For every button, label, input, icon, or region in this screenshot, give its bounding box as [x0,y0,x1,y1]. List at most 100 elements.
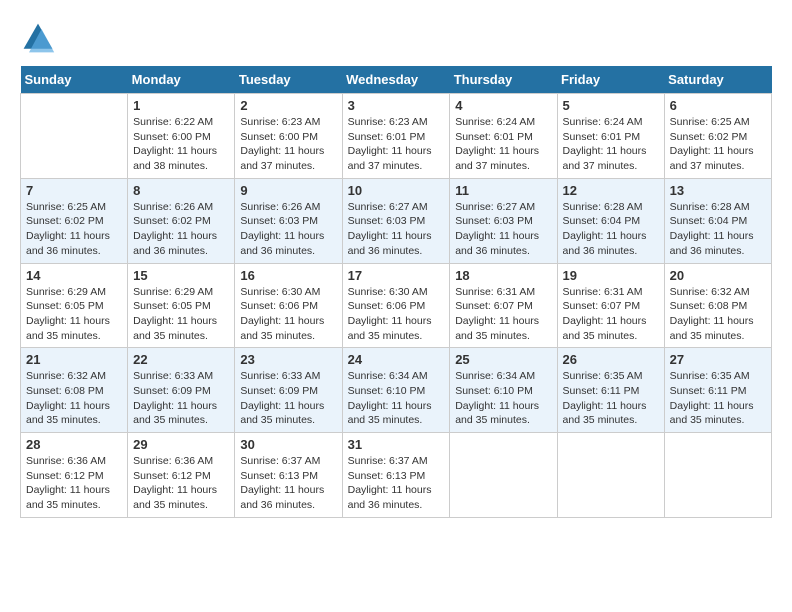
day-info: Sunrise: 6:33 AMSunset: 6:09 PMDaylight:… [240,369,336,428]
day-number: 8 [133,183,229,198]
day-info: Sunrise: 6:25 AMSunset: 6:02 PMDaylight:… [26,200,122,259]
day-cell: 9 Sunrise: 6:26 AMSunset: 6:03 PMDaylight… [235,178,342,263]
day-cell [21,94,128,179]
day-number: 13 [670,183,766,198]
day-info: Sunrise: 6:34 AMSunset: 6:10 PMDaylight:… [348,369,445,428]
day-number: 18 [455,268,551,283]
day-cell: 21 Sunrise: 6:32 AMSunset: 6:08 PMDayligh… [21,348,128,433]
day-number: 6 [670,98,766,113]
week-row-2: 7 Sunrise: 6:25 AMSunset: 6:02 PMDaylight… [21,178,772,263]
day-cell [450,433,557,518]
day-number: 27 [670,352,766,367]
day-cell: 31 Sunrise: 6:37 AMSunset: 6:13 PMDayligh… [342,433,450,518]
day-number: 22 [133,352,229,367]
day-number: 7 [26,183,122,198]
week-row-3: 14 Sunrise: 6:29 AMSunset: 6:05 PMDayligh… [21,263,772,348]
day-number: 15 [133,268,229,283]
day-info: Sunrise: 6:22 AMSunset: 6:00 PMDaylight:… [133,115,229,174]
day-cell: 8 Sunrise: 6:26 AMSunset: 6:02 PMDaylight… [128,178,235,263]
day-number: 28 [26,437,122,452]
day-number: 11 [455,183,551,198]
day-info: Sunrise: 6:23 AMSunset: 6:01 PMDaylight:… [348,115,445,174]
day-cell: 2Sunrise: 6:23 AMSunset: 6:00 PMDaylight… [235,94,342,179]
week-row-1: 1 Sunrise: 6:22 AMSunset: 6:00 PMDaylight… [21,94,772,179]
weekday-header-tuesday: Tuesday [235,66,342,94]
day-cell [664,433,771,518]
weekday-header-saturday: Saturday [664,66,771,94]
week-row-4: 21 Sunrise: 6:32 AMSunset: 6:08 PMDayligh… [21,348,772,433]
day-info: Sunrise: 6:32 AMSunset: 6:08 PMDaylight:… [670,285,766,344]
day-info: Sunrise: 6:36 AMSunset: 6:12 PMDaylight:… [133,454,229,513]
day-cell: 16 Sunrise: 6:30 AMSunset: 6:06 PMDayligh… [235,263,342,348]
logo-icon [20,20,56,56]
day-cell: 4Sunrise: 6:24 AMSunset: 6:01 PMDaylight… [450,94,557,179]
day-number: 3 [348,98,445,113]
day-number: 4 [455,98,551,113]
day-cell: 28 Sunrise: 6:36 AMSunset: 6:12 PMDayligh… [21,433,128,518]
day-number: 9 [240,183,336,198]
weekday-header-friday: Friday [557,66,664,94]
weekday-header-wednesday: Wednesday [342,66,450,94]
day-info: Sunrise: 6:34 AMSunset: 6:10 PMDaylight:… [455,369,551,428]
day-cell: 15 Sunrise: 6:29 AMSunset: 6:05 PMDayligh… [128,263,235,348]
day-number: 14 [26,268,122,283]
day-info: Sunrise: 6:28 AMSunset: 6:04 PMDaylight:… [670,200,766,259]
day-info: Sunrise: 6:28 AMSunset: 6:04 PMDaylight:… [563,200,659,259]
day-info: Sunrise: 6:27 AMSunset: 6:03 PMDaylight:… [455,200,551,259]
day-cell: 19 Sunrise: 6:31 AMSunset: 6:07 PMDayligh… [557,263,664,348]
day-cell: 18 Sunrise: 6:31 AMSunset: 6:07 PMDayligh… [450,263,557,348]
day-info: Sunrise: 6:35 AMSunset: 6:11 PMDaylight:… [563,369,659,428]
day-cell: 13 Sunrise: 6:28 AMSunset: 6:04 PMDayligh… [664,178,771,263]
day-info: Sunrise: 6:33 AMSunset: 6:09 PMDaylight:… [133,369,229,428]
day-number: 20 [670,268,766,283]
day-info: Sunrise: 6:35 AMSunset: 6:11 PMDaylight:… [670,369,766,428]
day-info: Sunrise: 6:32 AMSunset: 6:08 PMDaylight:… [26,369,122,428]
day-cell [557,433,664,518]
day-number: 31 [348,437,445,452]
day-number: 23 [240,352,336,367]
day-cell: 22 Sunrise: 6:33 AMSunset: 6:09 PMDayligh… [128,348,235,433]
day-info: Sunrise: 6:27 AMSunset: 6:03 PMDaylight:… [348,200,445,259]
day-cell: 24 Sunrise: 6:34 AMSunset: 6:10 PMDayligh… [342,348,450,433]
day-info: Sunrise: 6:37 AMSunset: 6:13 PMDaylight:… [348,454,445,513]
day-cell: 17 Sunrise: 6:30 AMSunset: 6:06 PMDayligh… [342,263,450,348]
week-row-5: 28 Sunrise: 6:36 AMSunset: 6:12 PMDayligh… [21,433,772,518]
day-cell: 6 Sunrise: 6:25 AMSunset: 6:02 PMDaylight… [664,94,771,179]
day-info: Sunrise: 6:36 AMSunset: 6:12 PMDaylight:… [26,454,122,513]
day-info: Sunrise: 6:26 AMSunset: 6:03 PMDaylight:… [240,200,336,259]
day-number: 26 [563,352,659,367]
day-number: 19 [563,268,659,283]
weekday-header-sunday: Sunday [21,66,128,94]
day-number: 21 [26,352,122,367]
weekday-header-monday: Monday [128,66,235,94]
day-cell: 27 Sunrise: 6:35 AMSunset: 6:11 PMDayligh… [664,348,771,433]
day-cell: 29Sunrise: 6:36 AMSunset: 6:12 PMDayligh… [128,433,235,518]
day-cell: 12Sunrise: 6:28 AMSunset: 6:04 PMDayligh… [557,178,664,263]
day-cell: 5 Sunrise: 6:24 AMSunset: 6:01 PMDaylight… [557,94,664,179]
day-number: 1 [133,98,229,113]
day-cell: 11 Sunrise: 6:27 AMSunset: 6:03 PMDayligh… [450,178,557,263]
day-cell: 23 Sunrise: 6:33 AMSunset: 6:09 PMDayligh… [235,348,342,433]
day-info: Sunrise: 6:29 AMSunset: 6:05 PMDaylight:… [133,285,229,344]
day-info: Sunrise: 6:31 AMSunset: 6:07 PMDaylight:… [563,285,659,344]
calendar-table: SundayMondayTuesdayWednesdayThursdayFrid… [20,66,772,518]
day-number: 2 [240,98,336,113]
day-info: Sunrise: 6:30 AMSunset: 6:06 PMDaylight:… [348,285,445,344]
day-cell: 1 Sunrise: 6:22 AMSunset: 6:00 PMDaylight… [128,94,235,179]
day-cell: 25 Sunrise: 6:34 AMSunset: 6:10 PMDayligh… [450,348,557,433]
day-cell: 10Sunrise: 6:27 AMSunset: 6:03 PMDayligh… [342,178,450,263]
day-info: Sunrise: 6:30 AMSunset: 6:06 PMDaylight:… [240,285,336,344]
logo [20,20,58,56]
day-number: 16 [240,268,336,283]
day-number: 24 [348,352,445,367]
day-number: 5 [563,98,659,113]
day-number: 17 [348,268,445,283]
header [20,20,772,56]
weekday-header-thursday: Thursday [450,66,557,94]
day-info: Sunrise: 6:24 AMSunset: 6:01 PMDaylight:… [563,115,659,174]
day-info: Sunrise: 6:25 AMSunset: 6:02 PMDaylight:… [670,115,766,174]
day-info: Sunrise: 6:31 AMSunset: 6:07 PMDaylight:… [455,285,551,344]
day-info: Sunrise: 6:26 AMSunset: 6:02 PMDaylight:… [133,200,229,259]
weekday-header-row: SundayMondayTuesdayWednesdayThursdayFrid… [21,66,772,94]
day-number: 25 [455,352,551,367]
